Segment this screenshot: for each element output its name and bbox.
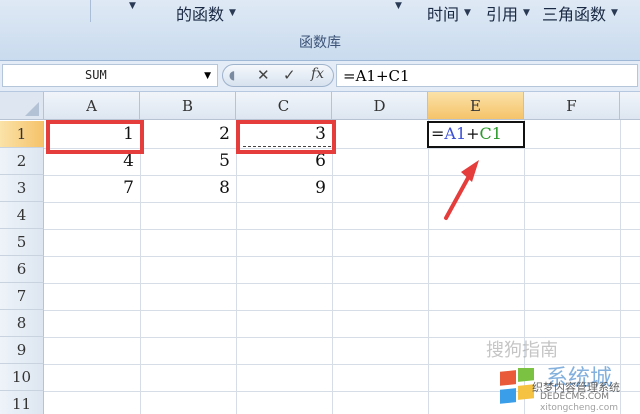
ribbon-item-trig[interactable]: 三角函数 ▼ [542, 1, 618, 25]
ribbon-item-label: 三角函数 [542, 5, 607, 24]
cancel-icon[interactable]: ✕ [257, 66, 270, 84]
formula-bar: SUM ▼ ◖ ✕ ✓ fx =A1+C1 [0, 61, 640, 92]
red-arrow-annotation [444, 160, 479, 220]
ribbon-dropdown-1[interactable]: ▼ [124, 1, 136, 11]
chevron-down-icon: ▼ [523, 8, 530, 18]
watermark-sogou: 搜狗指南 [486, 340, 558, 361]
watermark-url: xitongcheng.com [540, 403, 618, 413]
watermark-dedecms-en: DEDECMS.COM [540, 392, 609, 402]
ribbon-item-reference[interactable]: 引用 ▼ [486, 1, 530, 25]
formula-text: =A1+C1 [343, 67, 410, 85]
chevron-down-icon: ▼ [395, 1, 402, 11]
chevron-down-icon: ▼ [129, 1, 136, 11]
chevron-down-icon[interactable]: ▼ [204, 71, 211, 81]
name-box[interactable]: SUM ▼ [2, 64, 218, 87]
enter-check-icon[interactable]: ✓ [283, 66, 296, 84]
formula-buttons: ◖ ✕ ✓ fx [222, 64, 334, 87]
ribbon-item-functions[interactable]: 的函数 ▼ [176, 1, 236, 25]
ribbon-separator [90, 0, 91, 22]
ribbon-item-time[interactable]: 时间 ▼ [427, 1, 471, 25]
formula-input[interactable]: =A1+C1 [336, 64, 638, 87]
name-box-value: SUM [85, 68, 107, 82]
chevron-down-icon: ▼ [464, 8, 471, 18]
ribbon-item-label: 的函数 [176, 5, 225, 24]
ribbon-dropdown-3[interactable]: ▼ [390, 1, 402, 11]
ribbon-item-label: 时间 [427, 5, 460, 24]
insert-function-icon[interactable]: fx [311, 66, 324, 82]
grip-icon: ◖ [229, 68, 236, 82]
chevron-down-icon: ▼ [611, 8, 618, 18]
ribbon: ▼ 的函数 ▼ ▼ 时间 ▼ 引用 ▼ 三角函数 ▼ 函数库 [0, 0, 640, 61]
ribbon-group-label: 函数库 [299, 35, 341, 51]
chevron-down-icon: ▼ [229, 8, 236, 18]
spreadsheet-grid: A B C D E F 1 2 3 4 5 6 7 8 9 10 11 1 2 … [0, 92, 640, 414]
ribbon-item-label: 引用 [486, 5, 519, 24]
